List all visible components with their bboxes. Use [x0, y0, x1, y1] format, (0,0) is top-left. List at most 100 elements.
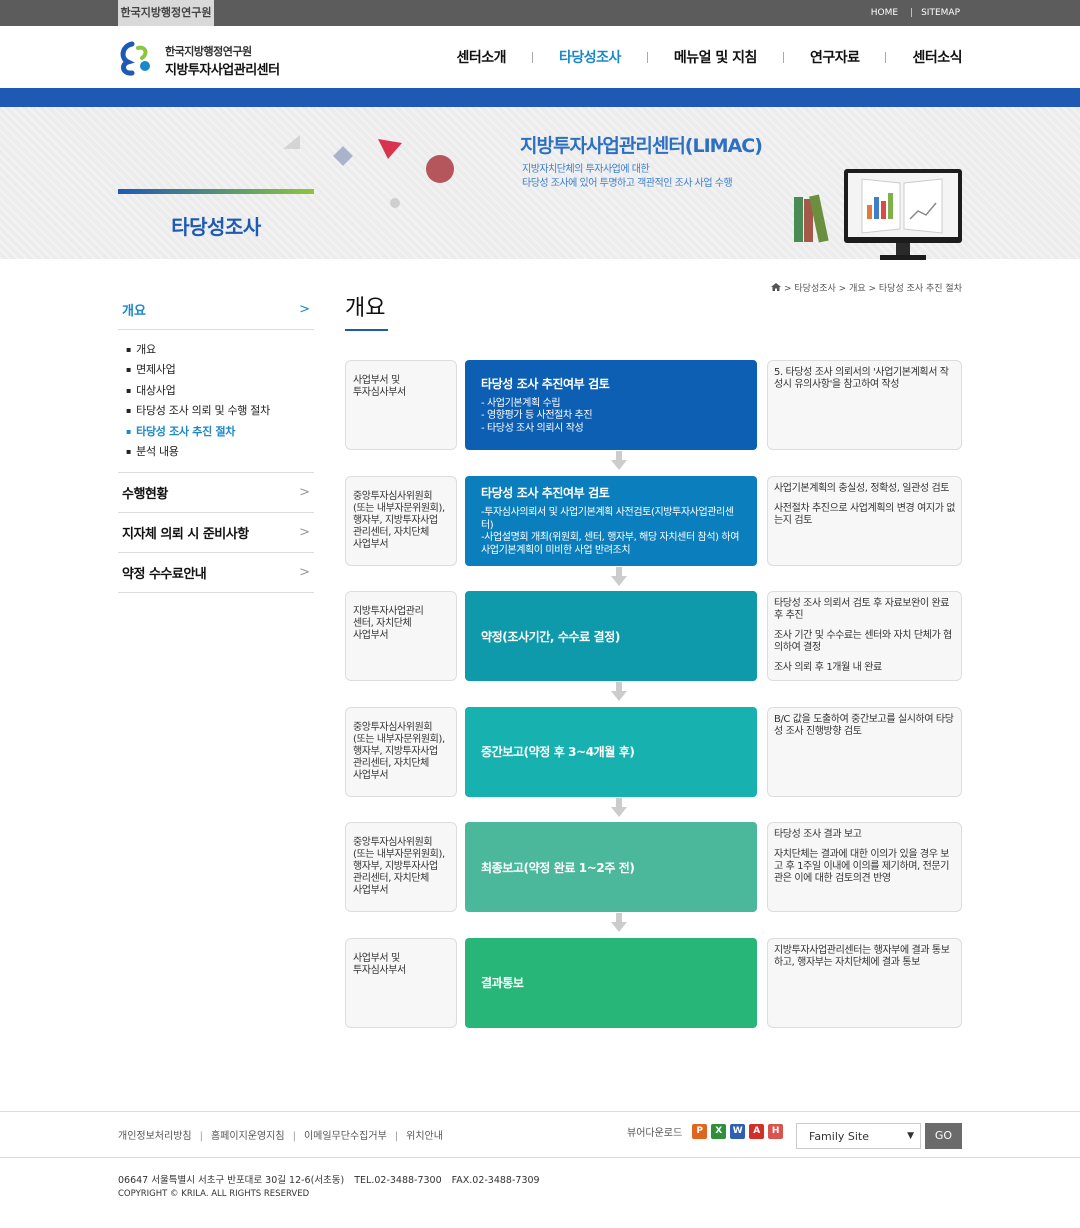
- step-notes: 5. 타당성 조사 의뢰서의 '사업기본계획서 작성시 유의사항'을 참고하여 …: [767, 360, 962, 450]
- step-note: 자치단체는 결과에 대한 이의가 있을 경우 보고 후 1주일 이내에 이의를 …: [774, 849, 950, 884]
- go-button[interactable]: GO: [925, 1123, 962, 1149]
- banner-title: 지방투자사업관리센터(LIMAC): [520, 135, 763, 157]
- title-underline: [345, 329, 388, 331]
- sidebar-submenu: 개요 면제사업 대상사업 타당성 조사 의뢰 및 수행 절차 타당성 조사 추진…: [118, 330, 314, 474]
- word-viewer-icon[interactable]: W: [730, 1124, 746, 1139]
- banner-description-line: 타당성 조사에 있어 투명하고 객관적인 조사 사업 수행: [522, 178, 733, 189]
- submenu-item-exempt-projects[interactable]: 면제사업: [126, 360, 314, 380]
- step-responsible-parties: 사업부서 및 투자심사부서: [345, 360, 457, 450]
- submenu-item-target-projects[interactable]: 대상사업: [126, 381, 314, 401]
- step-detail-line: -투자심사의뢰서 및 사업기본계획 사전검토(지방투자사업관리센터): [481, 507, 734, 531]
- sidebar-item-label: 지자체 의뢰 시 준비사항: [122, 527, 249, 543]
- excel-viewer-icon[interactable]: X: [711, 1124, 727, 1139]
- responsible-party-line: 투자심사부서: [353, 387, 406, 398]
- sitemap-link[interactable]: SITEMAP: [921, 8, 960, 18]
- flow-step: 중앙투자심사위원회 (또는 내부자문위원회), 행자부, 지방투자사업 관리센터, 자…: [345, 706, 962, 817]
- viewer-downloads: 뷰어다운로드 P X W A H: [627, 1124, 784, 1139]
- step-detail-line: - 타당성 조사 의뢰시 작성: [481, 422, 584, 434]
- step-note: 타당성 조사 결과 보고: [774, 829, 862, 840]
- main-navigation: 센터소개 타당성조사 메뉴얼 및 지침 연구자료 센터소식: [456, 44, 962, 70]
- content-title: 개요: [345, 296, 386, 321]
- sub-visual-banner: 타당성조사 지방투자사업관리센터(LIMAC) 지방자치단체의 투자사업에 대한…: [0, 107, 1080, 260]
- step-detail-line: - 영향평가 등 사전절차 추진: [481, 410, 593, 422]
- step-notes: 사업기본계획의 충실성, 정확성, 일관성 검토 사전절차 추진으로 사업계획의 …: [767, 475, 962, 566]
- step-note: 사업기본계획의 충실성, 정확성, 일관성 검토: [774, 482, 950, 494]
- step-responsible-parties: 중앙투자심사위원회 (또는 내부자문위원회), 행자부, 지방투자사업 관리센터, 자…: [345, 822, 457, 912]
- step-title: 중간보고(약정 후 3~4개월 후): [481, 745, 635, 759]
- chevron-right-icon: >: [299, 485, 310, 501]
- responsible-party-line: 사업부서 및: [353, 375, 400, 386]
- step-notes: B/C 값을 도출하여 중간보고를 실시하여 타당성 조사 진행방향 검토: [767, 706, 962, 797]
- org-tab[interactable]: 한국지방행정연구원: [118, 0, 214, 26]
- sidebar-item-preparation[interactable]: 지자체 의뢰 시 준비사항 >: [118, 513, 314, 554]
- chevron-right-icon: >: [299, 525, 310, 541]
- step-notes: 타당성 조사 의뢰서 검토 후 자료보완이 완료 후 추진 조사 기간 및 수수료…: [767, 591, 962, 681]
- footer-address: 06647 서울특별시 서초구 반포대로 30길 12-6(서초동) TEL.02…: [118, 1172, 550, 1186]
- submenu-item-promotion-procedure[interactable]: 타당성 조사 추진 절차: [126, 422, 314, 442]
- step-main-box: 타당성 조사 추진여부 검토 -투자심사의뢰서 및 사업기본계획 사전검토(지방투…: [465, 475, 757, 566]
- copyright: COPYRIGHT © KRILA. ALL RIGHTS RESERVED: [118, 1189, 310, 1199]
- step-responsible-parties: 지방투자사업관리 센터, 자치단체 사업부서: [345, 591, 457, 681]
- step-responsible-parties: 중앙투자심사위원회 (또는 내부자문위원회), 행자부, 지방투자사업 관리센터, 자…: [345, 706, 457, 797]
- home-icon[interactable]: [771, 282, 781, 292]
- sidebar-item-performance[interactable]: 수행현황 >: [118, 473, 314, 514]
- heading-gradient-bar: [118, 189, 314, 194]
- step-detail-line: - 사업기본계획 수립: [481, 397, 561, 409]
- arrow-down-icon: [611, 913, 627, 932]
- top-utility-bar: 한국지방행정연구원 HOME | SITEMAP: [0, 0, 1080, 26]
- site-policy-link[interactable]: 홈페이지운영지침: [211, 1131, 285, 1142]
- responsible-party-line: 센터, 자치단체: [353, 618, 412, 629]
- sidebar-item-overview[interactable]: 개요 >: [118, 290, 314, 330]
- arrow-down-icon: [611, 797, 627, 817]
- page-heading-block: 타당성조사: [118, 189, 314, 259]
- responsible-party-line: 사업부서 및: [353, 952, 400, 964]
- privacy-policy-link[interactable]: 개인정보처리방침: [118, 1131, 192, 1142]
- submenu-item-analysis-content[interactable]: 분석 내용: [126, 442, 314, 462]
- responsible-party-line: 사업부서: [353, 538, 389, 550]
- nav-center-intro[interactable]: 센터소개: [456, 47, 506, 67]
- arrow-down-icon: [611, 682, 627, 701]
- flow-step: 중앙투자심사위원회 (또는 내부자문위원회), 행자부, 지방투자사업 관리센터, 자…: [345, 475, 962, 586]
- step-title: 결과통보: [481, 976, 524, 990]
- breadcrumb-path: > 타당성조사 > 개요 > 타당성 조사 추진 절차: [784, 284, 962, 294]
- step-title: 타당성 조사 추진여부 검토: [481, 376, 610, 391]
- step-note: 지방투자사업관리센터는 행자부에 결과 통보하고, 행자부는 자치단체에 결과 …: [774, 944, 950, 968]
- step-title: 타당성 조사 추진여부 검토: [481, 486, 610, 500]
- diamond-shape-icon: [333, 146, 353, 166]
- submenu-item-overview[interactable]: 개요: [126, 340, 314, 360]
- responsible-party-line: 행자부, 지방투자사업: [353, 514, 438, 526]
- nav-research-materials[interactable]: 연구자료: [810, 47, 860, 67]
- nav-center-news[interactable]: 센터소식: [912, 47, 962, 67]
- step-note: B/C 값을 도출하여 중간보고를 실시하여 타당성 조사 진행방향 검토: [774, 713, 954, 737]
- site-logo[interactable]: 한국지방행정연구원 지방투자사업관리센터: [118, 38, 288, 78]
- fax-text: FAX.02-3488-7309: [451, 1175, 540, 1186]
- responsible-party-line: 사업부서: [353, 885, 389, 896]
- step-note: 조사 의뢰 후 1개월 내 완료: [774, 662, 882, 673]
- responsible-party-line: 사업부서: [353, 630, 389, 641]
- hwp-viewer-icon[interactable]: H: [768, 1124, 784, 1139]
- logo-mark-icon: [120, 41, 150, 76]
- chevron-down-icon: ▼: [907, 1131, 914, 1141]
- powerpoint-viewer-icon[interactable]: P: [692, 1124, 708, 1139]
- responsible-party-line: 사업부서: [353, 769, 389, 781]
- responsible-party-line: (또는 내부자문위원회),: [353, 502, 445, 514]
- flow-step: 지방투자사업관리 센터, 자치단체 사업부서 약정(조사기간, 수수료 결정) 타당성 …: [345, 591, 962, 701]
- sidebar-item-fee-guide[interactable]: 약정 수수료안내 >: [118, 553, 314, 594]
- nav-divider: [532, 51, 533, 63]
- home-link[interactable]: HOME: [871, 8, 898, 18]
- responsible-party-line: 중앙투자심사위원회: [353, 721, 433, 733]
- page-heading: 타당성조사: [171, 215, 261, 239]
- family-site-select[interactable]: Family Site ▼: [796, 1123, 921, 1149]
- chevron-right-icon: >: [299, 565, 310, 581]
- email-refusal-link[interactable]: 이메일무단수집거부: [304, 1131, 387, 1142]
- submenu-item-request-procedure[interactable]: 타당성 조사 의뢰 및 수행 절차: [126, 401, 314, 421]
- pdf-viewer-icon[interactable]: A: [749, 1124, 765, 1139]
- responsible-party-line: 행자부, 지방투자사업: [353, 861, 438, 872]
- banner-description: 지방자치단체의 투자사업에 대한 타당성 조사에 있어 투명하고 객관적인 조사…: [522, 163, 733, 191]
- nav-feasibility-study[interactable]: 타당성조사: [559, 47, 621, 67]
- location-link[interactable]: 위치안내: [406, 1131, 443, 1142]
- step-main-box: 타당성 조사 추진여부 검토 - 사업기본계획 수립 - 영향평가 등 사전절차 추…: [465, 360, 757, 450]
- footer-separator: |: [394, 1131, 399, 1142]
- red-triangle-icon: [378, 139, 402, 159]
- nav-manual-guidelines[interactable]: 메뉴얼 및 지침: [674, 47, 758, 67]
